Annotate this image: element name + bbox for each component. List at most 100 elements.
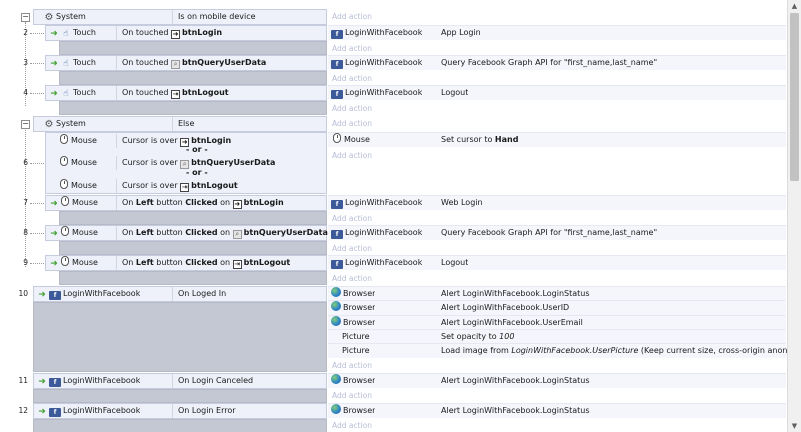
- action-text: Alert LoginWithFacebook.UserID: [441, 303, 570, 312]
- condition-text: Is on mobile device: [178, 12, 256, 21]
- action-row[interactable]: Browser Alert LoginWithFacebook.LoginSta…: [328, 403, 786, 418]
- action-row[interactable]: f LoginWithFacebook Web Login: [328, 195, 786, 210]
- action-text: Set cursor to Hand: [441, 135, 519, 144]
- condition-text: Else: [178, 119, 195, 128]
- facebook-plugin-icon: f: [331, 200, 343, 209]
- collapse-toggle[interactable]: −: [21, 120, 30, 129]
- add-action-link[interactable]: Add action: [332, 117, 372, 130]
- action-row[interactable]: f LoginWithFacebook App Login: [328, 25, 786, 40]
- event-number: 3: [23, 58, 28, 67]
- tree-line: [30, 63, 44, 64]
- action-object: f LoginWithFacebook: [331, 256, 422, 270]
- condition-text: On Loged In: [178, 289, 227, 298]
- mouse-icon: [61, 226, 69, 236]
- add-action-link[interactable]: Add action: [332, 102, 372, 115]
- event-number: 4: [23, 88, 28, 97]
- action-text: Set opacity to 100: [441, 332, 515, 341]
- condition-text: On touched ⌕ btnQueryUserData: [122, 58, 267, 69]
- button-object-icon: ⇥: [232, 260, 242, 269]
- scrollbar-thumb[interactable]: [790, 13, 799, 181]
- condition-row[interactable]: ➜ f LoginWithFacebook On Login Canceled: [33, 373, 327, 389]
- action-row[interactable]: Browser Alert LoginWithFacebook.LoginSta…: [328, 286, 786, 301]
- condition-row[interactable]: ⚙ System Is on mobile device: [33, 9, 327, 25]
- action-row[interactable]: Browser Alert LoginWithFacebook.LoginSta…: [328, 373, 786, 388]
- action-row[interactable]: f LoginWithFacebook Query Facebook Graph …: [328, 55, 786, 70]
- add-action-link[interactable]: Add action: [332, 272, 372, 285]
- event-body: [59, 101, 327, 115]
- event-body: [33, 389, 327, 403]
- condition-row[interactable]: ➜ Mouse On Left button Clicked on ⌕ btnQue…: [45, 225, 328, 241]
- action-row[interactable]: Picture Load image from LoginWithFaceboo…: [328, 343, 787, 358]
- gear-icon: ⚙: [44, 12, 54, 23]
- add-action-link[interactable]: Add action: [332, 389, 372, 402]
- condition-row[interactable]: ➜ Mouse On Left button Clicked on ⇥ btnLog…: [45, 255, 327, 271]
- touch-icon: ☝: [63, 29, 69, 39]
- button-object-icon: ⇥: [180, 183, 190, 192]
- condition-row[interactable]: ➜ f LoginWithFacebook On Loged In: [33, 286, 327, 302]
- event-body: [59, 41, 327, 55]
- condition-row[interactable]: ➜ ☝ Touch On touched ➜ btnLogin: [45, 25, 327, 41]
- action-row[interactable]: f LoginWithFacebook Logout: [328, 255, 786, 270]
- collapse-toggle[interactable]: −: [21, 13, 30, 22]
- action-row[interactable]: Picture Set opacity to 100: [328, 329, 786, 344]
- add-action-link[interactable]: Add action: [332, 359, 372, 372]
- action-row[interactable]: f LoginWithFacebook Query Facebook Graph …: [328, 225, 786, 240]
- action-area: [328, 9, 786, 24]
- trigger-arrow-icon: ➜: [38, 407, 46, 417]
- trigger-arrow-icon: ➜: [50, 59, 58, 69]
- add-action-link[interactable]: Add action: [332, 149, 372, 162]
- condition-block: Mouse Cursor is over ➜ btnLogin - or - Mo…: [45, 132, 327, 194]
- condition-row[interactable]: Mouse Cursor is over ⇥ btnLogout: [46, 179, 326, 193]
- condition-object: ⚙ System: [44, 119, 86, 130]
- add-action-link[interactable]: Add action: [332, 42, 372, 55]
- condition-object: ➜ ☝ Touch: [50, 28, 96, 39]
- facebook-plugin-icon: f: [331, 90, 343, 99]
- action-text: Alert LoginWithFacebook.LoginStatus: [441, 289, 590, 298]
- condition-object: ➜ Mouse: [50, 226, 98, 239]
- condition-text: On touched ➜ btnLogin: [122, 28, 223, 39]
- action-text: Load image from LoginWithFacebook.UserPi…: [441, 346, 787, 355]
- facebook-plugin-icon: f: [331, 60, 343, 69]
- add-action-link[interactable]: Add action: [332, 419, 372, 432]
- facebook-plugin-icon: f: [49, 378, 61, 387]
- scroll-up-arrow-icon[interactable]: ▲: [788, 0, 801, 12]
- condition-row[interactable]: ➜ ☝ Touch On touched ⌕ btnQueryUserData: [45, 55, 327, 71]
- action-row[interactable]: Browser Alert LoginWithFacebook.UserID: [328, 300, 786, 315]
- trigger-arrow-icon: ➜: [50, 89, 58, 99]
- action-row[interactable]: Browser Alert LoginWithFacebook.UserEmai…: [328, 315, 786, 330]
- action-row[interactable]: f LoginWithFacebook Logout: [328, 85, 786, 100]
- trigger-arrow-icon: ➜: [50, 229, 58, 239]
- browser-globe-icon: [331, 404, 341, 414]
- add-action-link[interactable]: Add action: [332, 242, 372, 255]
- scroll-down-arrow-icon[interactable]: ▼: [788, 420, 801, 432]
- vertical-scrollbar[interactable]: ▲ ▼: [787, 0, 801, 432]
- event-body: [33, 302, 327, 372]
- add-action-link[interactable]: Add action: [332, 212, 372, 225]
- tree-line: [30, 33, 44, 34]
- browser-globe-icon: [331, 316, 341, 326]
- browser-globe-icon: [331, 301, 341, 311]
- button-object-icon: ⌕: [171, 60, 181, 69]
- tree-line: [30, 93, 44, 94]
- add-action-link[interactable]: Add action: [332, 72, 372, 85]
- condition-row[interactable]: ⚙ System Else: [33, 116, 327, 132]
- button-object-icon: ➜: [232, 200, 242, 209]
- condition-text: On Login Error: [178, 406, 236, 415]
- condition-row[interactable]: ➜ f LoginWithFacebook On Login Error: [33, 403, 327, 419]
- or-separator: - or -: [186, 145, 208, 154]
- trigger-arrow-icon: ➜: [38, 377, 46, 387]
- action-row[interactable]: Mouse Set cursor to Hand: [328, 132, 786, 147]
- action-text: App Login: [441, 28, 481, 37]
- condition-row[interactable]: ➜ ☝ Touch On touched ⇥ btnLogout: [45, 85, 327, 101]
- event-number: 11: [18, 376, 28, 385]
- trigger-arrow-icon: ➜: [50, 259, 58, 269]
- action-text: Logout: [441, 258, 469, 267]
- action-text: Alert LoginWithFacebook.LoginStatus: [441, 406, 590, 415]
- event-number: 10: [18, 289, 28, 298]
- button-object-icon: ⇥: [171, 90, 181, 99]
- condition-row[interactable]: ➜ Mouse On Left button Clicked on ➜ btnLog…: [45, 195, 327, 211]
- condition-object: ➜ ☝ Touch: [50, 58, 96, 69]
- mouse-icon: [61, 196, 69, 206]
- action-text: Alert LoginWithFacebook.UserEmail: [441, 318, 583, 327]
- touch-icon: ☝: [63, 59, 69, 69]
